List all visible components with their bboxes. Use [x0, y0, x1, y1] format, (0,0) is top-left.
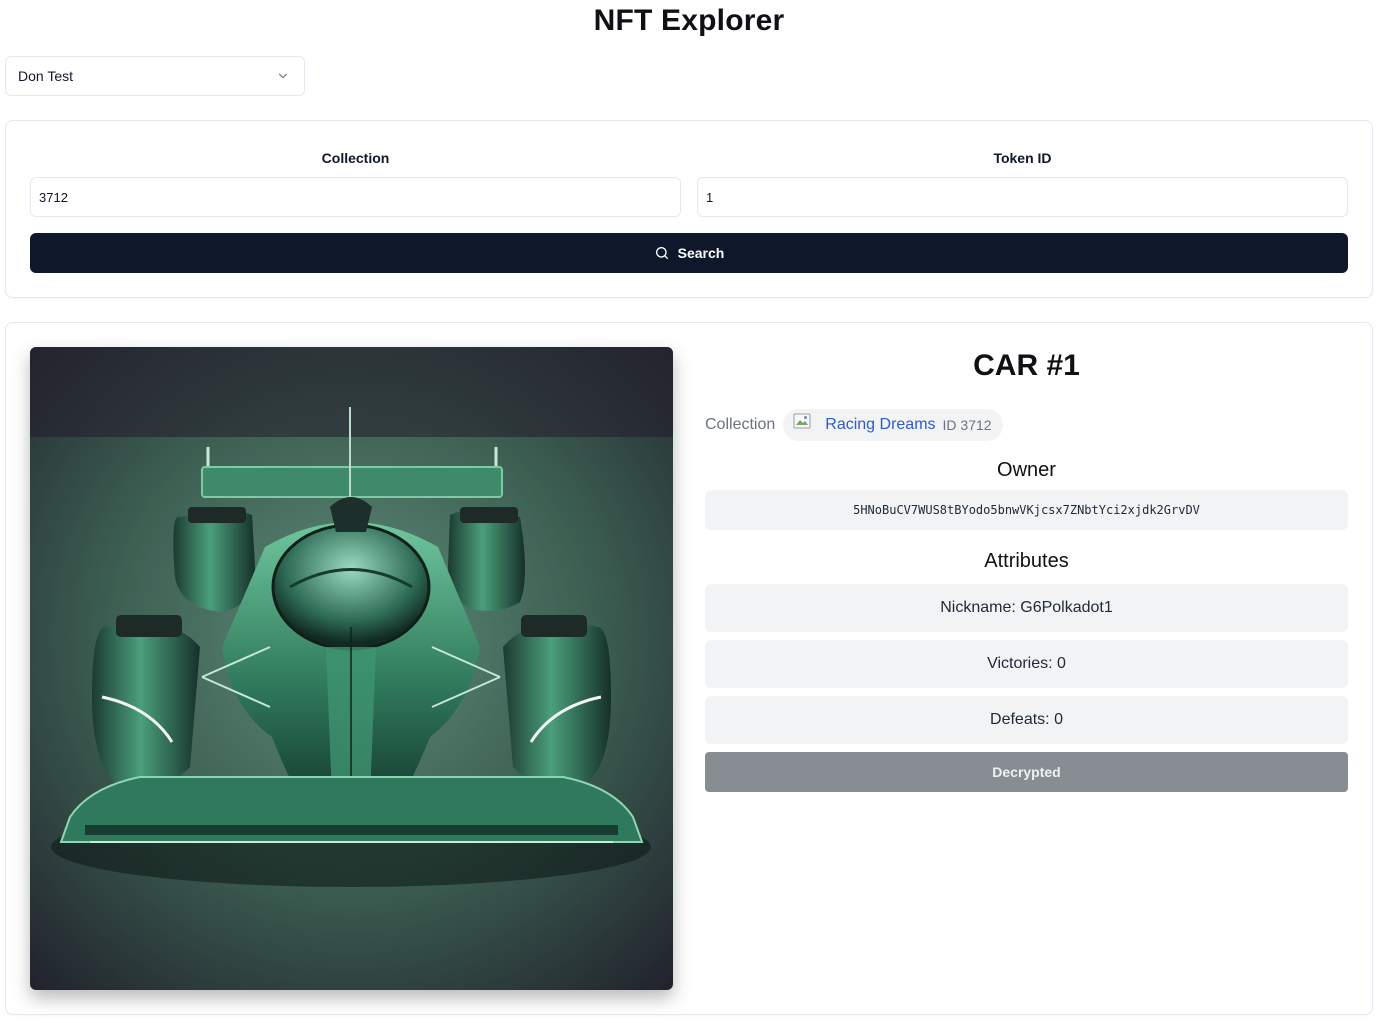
attribute-item: Defeats: 0 — [705, 696, 1348, 744]
token-id-input[interactable] — [697, 177, 1348, 217]
page-title: NFT Explorer — [593, 4, 785, 37]
account-select-value: Don Test — [18, 68, 73, 84]
collection-id: ID 3712 — [942, 417, 992, 433]
chevron-down-icon — [278, 73, 288, 79]
search-icon — [655, 247, 668, 259]
attributes-list: Nickname: G6Polkadot1 Victories: 0 Defea… — [705, 584, 1348, 744]
broken-image-icon — [793, 413, 811, 429]
attribute-item: Nickname: G6Polkadot1 — [705, 584, 1348, 632]
owner-title: Owner — [997, 459, 1056, 481]
token-id-label: Token ID — [993, 150, 1052, 166]
account-select[interactable]: Don Test — [5, 56, 305, 96]
nft-image — [30, 347, 673, 990]
race-car-illustration — [30, 347, 673, 990]
collection-label: Collection — [321, 150, 390, 166]
nft-result-card: CAR #1 Collection Racing Dreams ID 3712 … — [5, 322, 1373, 1015]
owner-address: 5HNoBuCV7WUS8tBYodo5bnwVKjcsx7ZNbtYci2xj… — [705, 490, 1348, 530]
nft-details: CAR #1 Collection Racing Dreams ID 3712 … — [705, 347, 1348, 792]
search-button[interactable]: Search — [30, 233, 1348, 273]
collection-row-label: Collection — [705, 416, 776, 433]
search-card: Collection Token ID Search — [5, 120, 1373, 298]
search-button-label: Search — [677, 245, 725, 261]
collection-name-link[interactable]: Racing Dreams — [825, 416, 935, 434]
collection-chip[interactable]: Racing Dreams ID 3712 — [783, 409, 1003, 441]
collection-input[interactable] — [30, 177, 681, 217]
collection-row: Collection Racing Dreams ID 3712 — [705, 409, 1348, 441]
attribute-item: Victories: 0 — [705, 640, 1348, 688]
attributes-title: Attributes — [984, 550, 1069, 572]
nft-title: CAR #1 — [973, 349, 1080, 382]
decrypted-button[interactable]: Decrypted — [705, 752, 1348, 792]
